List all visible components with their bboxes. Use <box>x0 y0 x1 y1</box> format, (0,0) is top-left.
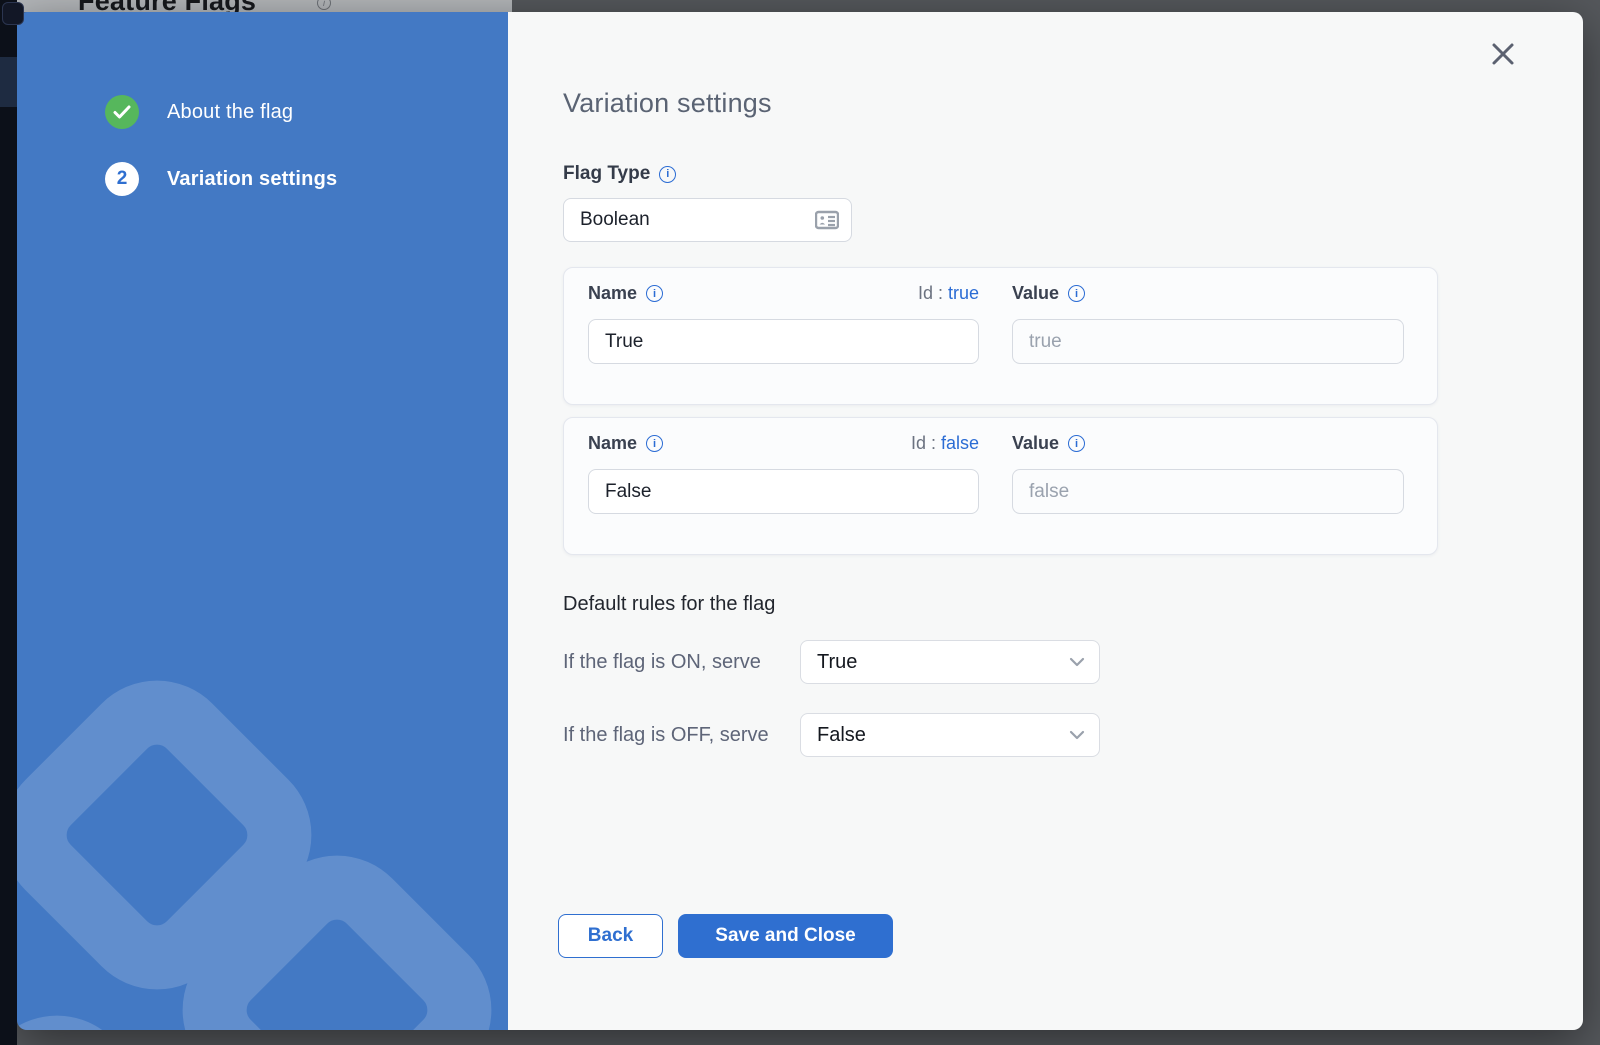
background-page-title: Feature Flags <box>78 0 256 12</box>
variation-card-true: Name Id : true Value <box>563 267 1438 405</box>
variation-value-input[interactable] <box>1012 469 1404 514</box>
off-serve-label: If the flag is OFF, serve <box>563 724 800 747</box>
info-icon[interactable] <box>1068 285 1085 302</box>
variation-settings-panel: Variation settings Flag Type Boolean Nam… <box>508 12 1583 1030</box>
wizard-steps-panel: About the flag 2 Variation settings <box>17 12 508 1030</box>
check-icon <box>113 105 131 119</box>
on-serve-label: If the flag is ON, serve <box>563 651 800 674</box>
info-icon[interactable] <box>646 285 663 302</box>
name-label: Name <box>588 433 637 454</box>
chevron-down-icon <box>1069 730 1085 740</box>
step-label: Variation settings <box>167 168 337 191</box>
info-icon[interactable] <box>646 435 663 452</box>
name-label: Name <box>588 283 637 304</box>
value-label: Value <box>1012 283 1059 304</box>
step-variation-settings[interactable]: 2 Variation settings <box>105 162 337 196</box>
background-nav-rail <box>0 0 17 1045</box>
default-rules-title: Default rules for the flag <box>563 593 1583 616</box>
background-page-header: Feature Flags <box>17 0 512 12</box>
off-serve-select[interactable]: False <box>800 713 1100 757</box>
variation-name-input[interactable] <box>588 469 979 514</box>
variation-card-false: Name Id : false Value <box>563 417 1438 555</box>
value-label: Value <box>1012 433 1059 454</box>
step-complete-badge <box>105 95 139 129</box>
nav-logo <box>2 2 24 25</box>
id-value-link[interactable]: false <box>941 433 979 454</box>
id-value-link[interactable]: true <box>948 283 979 304</box>
on-serve-value: True <box>817 651 1069 674</box>
info-icon[interactable] <box>659 166 676 183</box>
on-serve-select[interactable]: True <box>800 640 1100 684</box>
info-icon <box>317 0 331 10</box>
step-label: About the flag <box>167 101 293 124</box>
flag-type-value: Boolean <box>580 209 815 231</box>
info-icon[interactable] <box>1068 435 1085 452</box>
step-number-badge: 2 <box>105 162 139 196</box>
chevron-down-icon <box>1069 657 1085 667</box>
nav-selected-item <box>0 57 17 107</box>
off-serve-value: False <box>817 724 1069 747</box>
close-icon[interactable] <box>1489 40 1517 68</box>
contact-card-icon <box>815 210 839 230</box>
save-and-close-button[interactable]: Save and Close <box>678 914 893 958</box>
flag-type-label: Flag Type <box>563 163 650 185</box>
id-label: Id : <box>918 283 943 304</box>
back-button[interactable]: Back <box>558 914 663 958</box>
flag-wizard-modal: About the flag 2 Variation settings Vari… <box>17 12 1583 1030</box>
variation-value-input[interactable] <box>1012 319 1404 364</box>
flag-type-select[interactable]: Boolean <box>563 198 852 242</box>
panel-title: Variation settings <box>563 88 1583 119</box>
step-about-the-flag[interactable]: About the flag <box>105 95 293 129</box>
variation-name-input[interactable] <box>588 319 979 364</box>
id-label: Id : <box>911 433 936 454</box>
brand-watermark-icon <box>17 610 508 1030</box>
